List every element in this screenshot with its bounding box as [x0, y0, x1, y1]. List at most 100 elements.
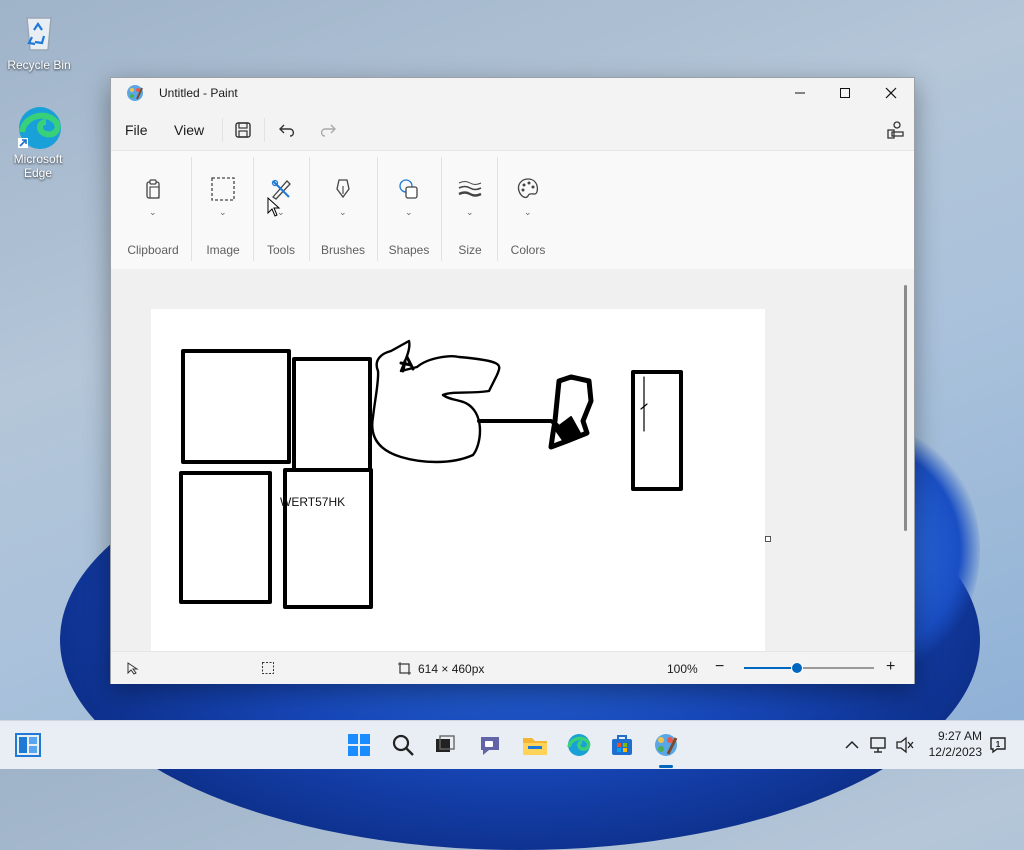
- drawn-rectangle: [631, 370, 683, 491]
- edge-icon: [16, 104, 61, 149]
- save-button[interactable]: [231, 118, 255, 142]
- chevron-down-icon: ⌄: [149, 207, 157, 217]
- volume-button[interactable]: [891, 731, 919, 759]
- chevron-up-icon: [845, 740, 859, 749]
- zoom-percentage[interactable]: 100%: [667, 662, 698, 676]
- edge-icon: [567, 734, 591, 756]
- ribbon-group-label: Size: [458, 243, 482, 257]
- account-button[interactable]: [883, 118, 907, 142]
- teams-chat-button[interactable]: [476, 731, 504, 759]
- mouse-cursor-icon: [267, 196, 281, 222]
- minimize-button[interactable]: [777, 78, 823, 108]
- chevron-down-icon: ⌄: [466, 207, 474, 217]
- drawing-canvas[interactable]: WERT57HK: [151, 309, 765, 651]
- ribbon-divider: [309, 157, 310, 261]
- cursor-position-icon: [126, 661, 140, 678]
- ribbon-group-label: Image: [206, 243, 240, 257]
- paint-taskbar-button[interactable]: [652, 731, 680, 759]
- folder-icon: [523, 738, 547, 755]
- clock-time: 9:27 AM: [937, 729, 982, 743]
- desktop-icon-edge[interactable]: Microsoft Edge: [3, 104, 73, 180]
- paint-window: Untitled - Paint File View ⌄ Clipboard ⌄…: [110, 77, 915, 684]
- selection-size-icon: [261, 661, 275, 678]
- show-hidden-icons-button[interactable]: [838, 731, 866, 759]
- maximize-icon: [840, 88, 850, 98]
- undo-button[interactable]: [276, 118, 300, 142]
- menu-view[interactable]: View: [174, 122, 204, 138]
- ribbon-group-label: Clipboard: [127, 243, 179, 257]
- system-clock[interactable]: 9:27 AM 12/2/2023: [918, 728, 982, 760]
- zoom-slider-thumb[interactable]: [791, 662, 803, 674]
- notification-button[interactable]: 1: [984, 731, 1012, 759]
- chevron-down-icon: ⌄: [405, 207, 413, 217]
- close-icon: [885, 87, 897, 99]
- vertical-scrollbar[interactable]: [904, 285, 907, 531]
- title-bar[interactable]: Untitled - Paint: [111, 78, 914, 108]
- svg-text:1: 1: [996, 740, 1001, 749]
- status-bar: 614 × 460px 100% − +: [111, 651, 914, 684]
- palette-icon: [516, 177, 540, 201]
- start-button[interactable]: [345, 731, 373, 759]
- notification-icon: 1: [990, 737, 1006, 754]
- canvas-area[interactable]: WERT57HK: [111, 269, 914, 651]
- ribbon-divider: [191, 157, 192, 261]
- maximize-button[interactable]: [822, 78, 868, 108]
- chevron-down-icon: ⌄: [524, 207, 532, 217]
- zoom-slider[interactable]: [744, 662, 874, 674]
- ribbon-group-colors[interactable]: ⌄ Colors: [501, 151, 555, 269]
- ribbon-group-label: Shapes: [388, 243, 430, 257]
- undo-icon: [279, 124, 295, 137]
- zoom-slider-fill: [744, 667, 796, 669]
- zoom-in-button[interactable]: +: [886, 658, 895, 676]
- task-view-button[interactable]: [431, 731, 459, 759]
- menu-divider: [222, 118, 223, 142]
- task-view-icon: [436, 735, 455, 752]
- ribbon-group-clipboard[interactable]: ⌄ Clipboard: [119, 151, 187, 269]
- drawn-scribble: [640, 376, 648, 432]
- canvas-size-icon: [397, 661, 411, 678]
- ribbon: ⌄ Clipboard ⌄ Image ⌄ Tools ⌄ Brushes ⌄ …: [111, 150, 914, 270]
- save-icon: [235, 122, 251, 138]
- canvas-text[interactable]: WERT57HK: [280, 495, 345, 509]
- drawn-rectangle: [283, 468, 373, 609]
- redo-icon: [320, 124, 336, 137]
- canvas-size-text: 614 × 460px: [418, 662, 485, 676]
- canvas-resize-handle[interactable]: [765, 536, 771, 542]
- chevron-down-icon: ⌄: [219, 207, 227, 217]
- zoom-out-button[interactable]: −: [715, 658, 724, 676]
- ribbon-group-brushes[interactable]: ⌄ Brushes: [315, 151, 371, 269]
- recycle-bin-icon: [17, 10, 61, 54]
- ribbon-divider: [253, 157, 254, 261]
- brush-icon: [331, 177, 355, 201]
- ribbon-group-tools[interactable]: ⌄ Tools: [255, 151, 307, 269]
- drawn-rectangle: [292, 357, 372, 472]
- ribbon-group-shapes[interactable]: ⌄ Shapes: [381, 151, 437, 269]
- ribbon-group-size[interactable]: ⌄ Size: [445, 151, 495, 269]
- search-icon: [392, 734, 414, 756]
- clock-date: 12/2/2023: [928, 745, 982, 759]
- ribbon-divider: [377, 157, 378, 261]
- windows-logo-icon: [348, 734, 370, 756]
- network-button[interactable]: [865, 731, 893, 759]
- drawn-freeform-shape: [371, 339, 501, 464]
- redo-button[interactable]: [315, 118, 339, 142]
- account-icon: [887, 121, 904, 139]
- window-title: Untitled - Paint: [159, 86, 238, 100]
- widgets-button[interactable]: [14, 731, 42, 759]
- file-explorer-button[interactable]: [521, 731, 549, 759]
- desktop-icon-recycle-bin[interactable]: Recycle Bin: [4, 10, 74, 72]
- ribbon-group-label: Brushes: [320, 243, 366, 257]
- search-button[interactable]: [389, 731, 417, 759]
- store-button[interactable]: [608, 731, 636, 759]
- ribbon-group-image[interactable]: ⌄ Image: [195, 151, 251, 269]
- drawn-line: [477, 419, 559, 427]
- menu-divider: [264, 118, 265, 142]
- menu-file[interactable]: File: [125, 122, 148, 138]
- volume-muted-icon: [896, 736, 914, 754]
- ribbon-group-label: Colors: [510, 243, 546, 257]
- chat-icon: [481, 737, 499, 755]
- drawn-rectangle: [181, 349, 291, 464]
- paint-app-icon: [126, 84, 144, 102]
- close-button[interactable]: [868, 78, 914, 108]
- edge-taskbar-button[interactable]: [565, 731, 593, 759]
